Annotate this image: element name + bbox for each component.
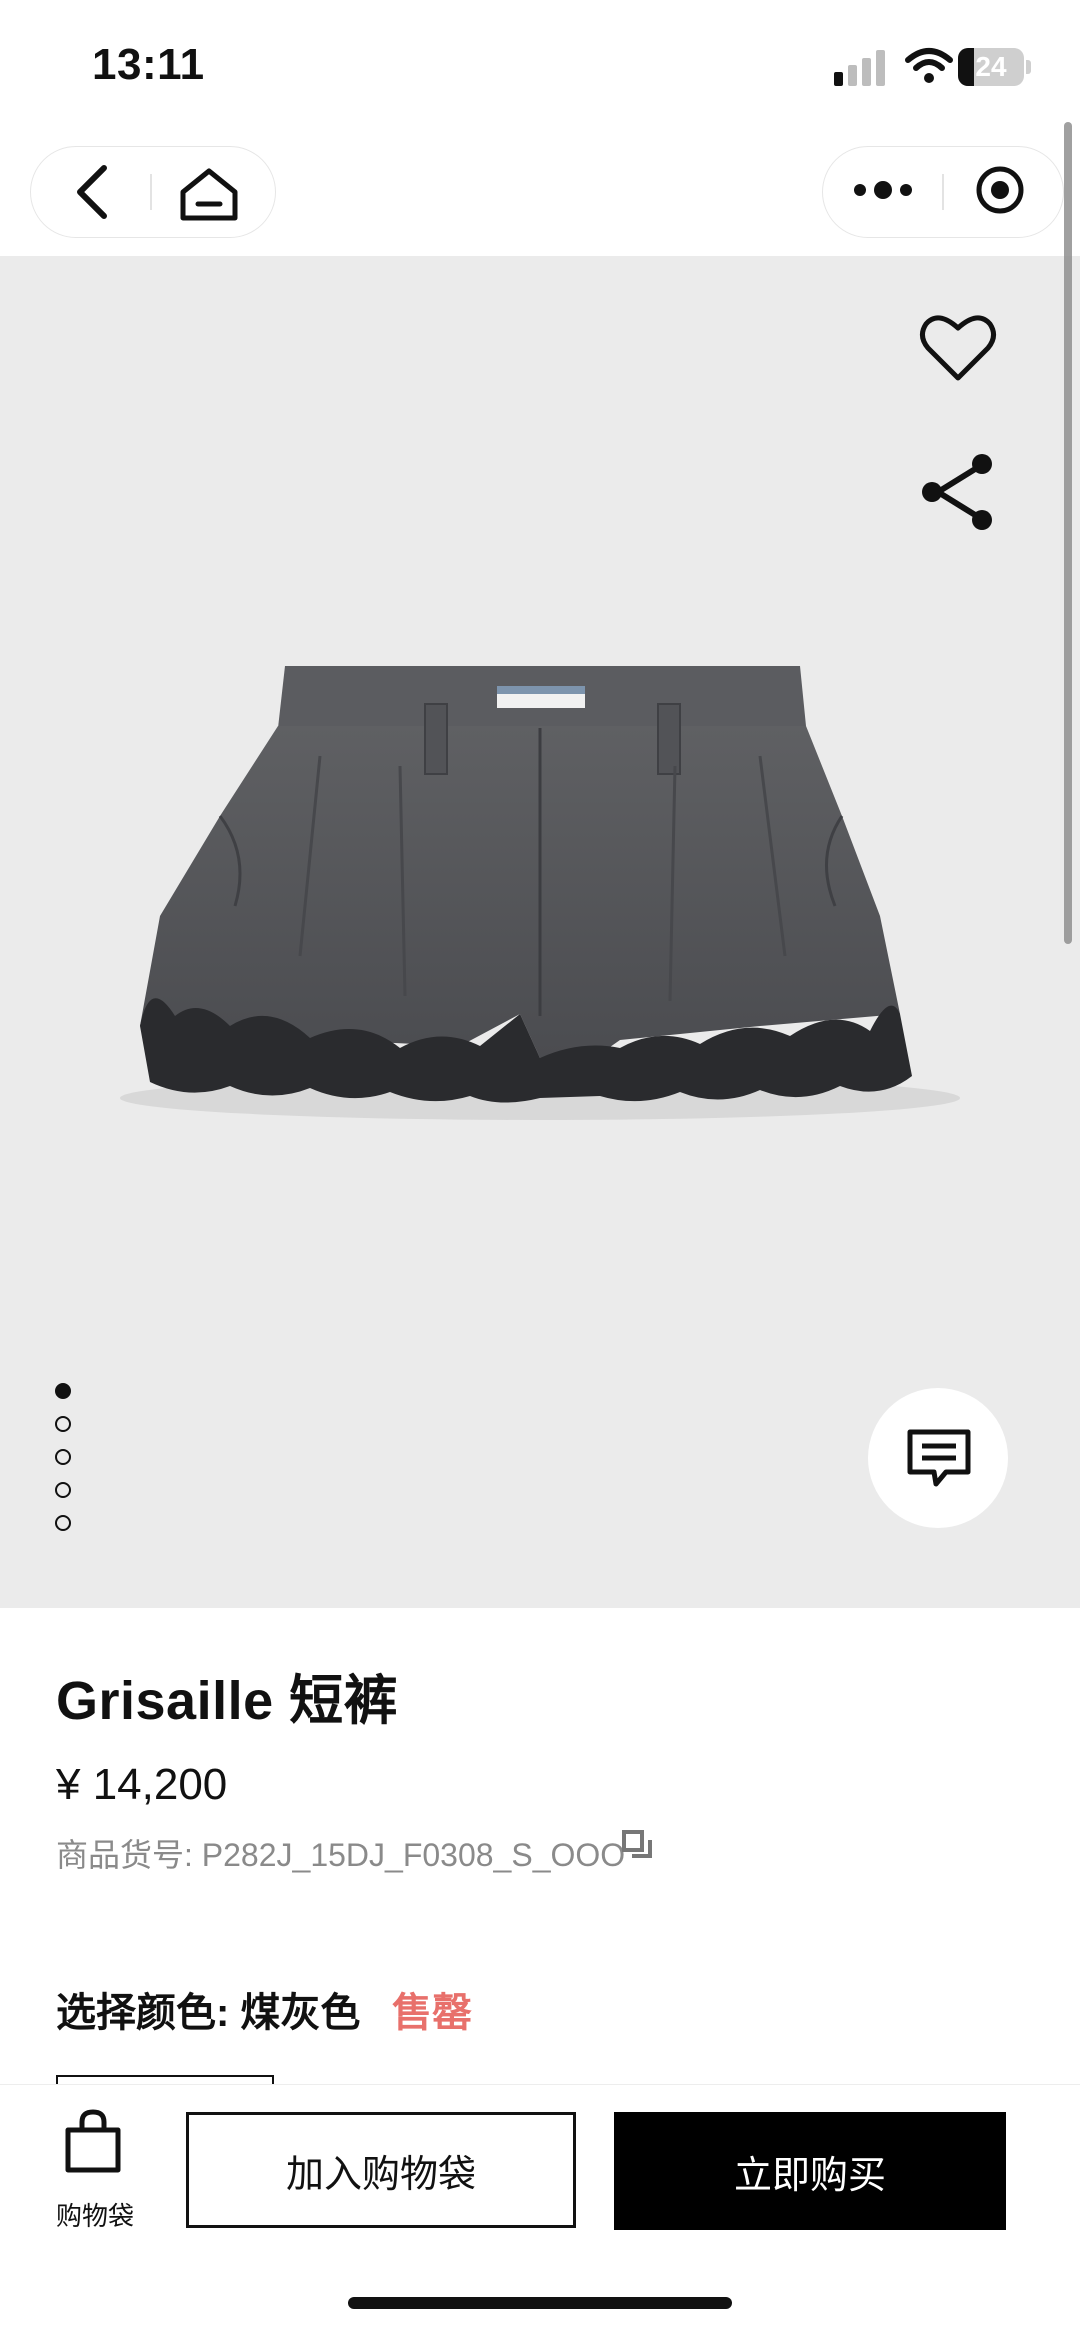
battery-cap <box>1026 60 1031 74</box>
wifi-icon <box>905 48 953 83</box>
product-title: Grisaille 短裤 <box>56 1671 399 1731</box>
back-icon[interactable] <box>72 164 112 220</box>
buy-now-button[interactable]: 立即购买 <box>614 2112 1006 2230</box>
share-icon[interactable] <box>918 452 998 532</box>
customer-service-button[interactable] <box>868 1388 1008 1528</box>
more-icon[interactable] <box>852 178 914 202</box>
status-time: 13:11 <box>92 40 205 89</box>
gallery-dot-3[interactable] <box>55 1449 71 1465</box>
capsule-divider <box>942 174 944 210</box>
home-icon[interactable] <box>178 166 240 222</box>
copy-icon[interactable] <box>622 1830 654 1862</box>
gallery-dot-2[interactable] <box>55 1416 71 1432</box>
shopping-bag-icon[interactable] <box>62 2108 124 2174</box>
chat-icon <box>907 1429 971 1487</box>
color-selection-label: 选择颜色: 煤灰色 <box>56 1991 361 2035</box>
capsule-divider <box>150 174 152 210</box>
sold-out-badge: 售罄 <box>392 1991 472 2035</box>
gallery-dot-4[interactable] <box>55 1482 71 1498</box>
shopping-bag-label[interactable]: 购物袋 <box>54 2196 136 2233</box>
gallery-dot-1[interactable] <box>55 1383 71 1399</box>
add-to-bag-button[interactable]: 加入购物袋 <box>186 2112 576 2228</box>
battery-level: 24 <box>975 51 1007 82</box>
product-price: ¥ 14,200 <box>56 1760 228 1809</box>
page-scrollbar[interactable] <box>1064 122 1072 944</box>
heart-icon[interactable] <box>918 312 998 384</box>
product-sku: 商品货号: P282J_15DJ_F0308_S_OOO <box>56 1837 626 1873</box>
signal-icon <box>834 50 885 86</box>
close-miniprogram-icon[interactable] <box>974 164 1026 216</box>
gallery-dot-5[interactable] <box>55 1515 71 1531</box>
battery-icon: 24 <box>958 48 1024 86</box>
home-indicator[interactable] <box>348 2297 732 2309</box>
